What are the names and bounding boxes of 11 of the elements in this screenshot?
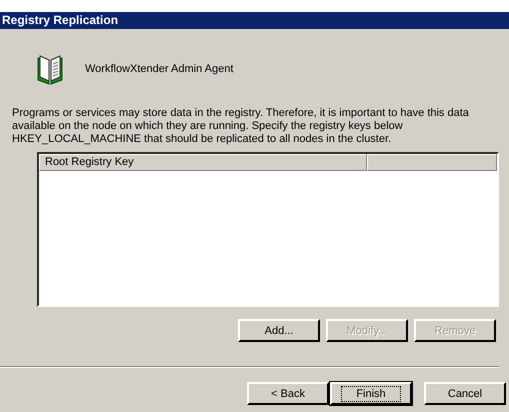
- column-header[interactable]: Root Registry Key: [39, 154, 367, 171]
- registry-key-list[interactable]: Root Registry Key: [37, 152, 499, 307]
- wizard-button[interactable]: Finish: [330, 382, 412, 405]
- book-icon: [37, 54, 63, 84]
- description-text: Programs or services may store data in the registry. Therefore, it is important to have this data available on the node on which they are running. Specify the registry keys below HKEY_LOCAL_MACHINE that should be replicated to all nodes in the cluster.: [12, 107, 470, 146]
- list-action-button[interactable]: Add...: [238, 319, 320, 342]
- wizard-button[interactable]: Cancel: [424, 382, 506, 405]
- column-header[interactable]: [367, 154, 497, 171]
- window-title: Registry Replication: [0, 12, 509, 29]
- header-title: WorkflowXtender Admin Agent: [85, 63, 234, 75]
- wizard-button[interactable]: < Back: [247, 382, 329, 405]
